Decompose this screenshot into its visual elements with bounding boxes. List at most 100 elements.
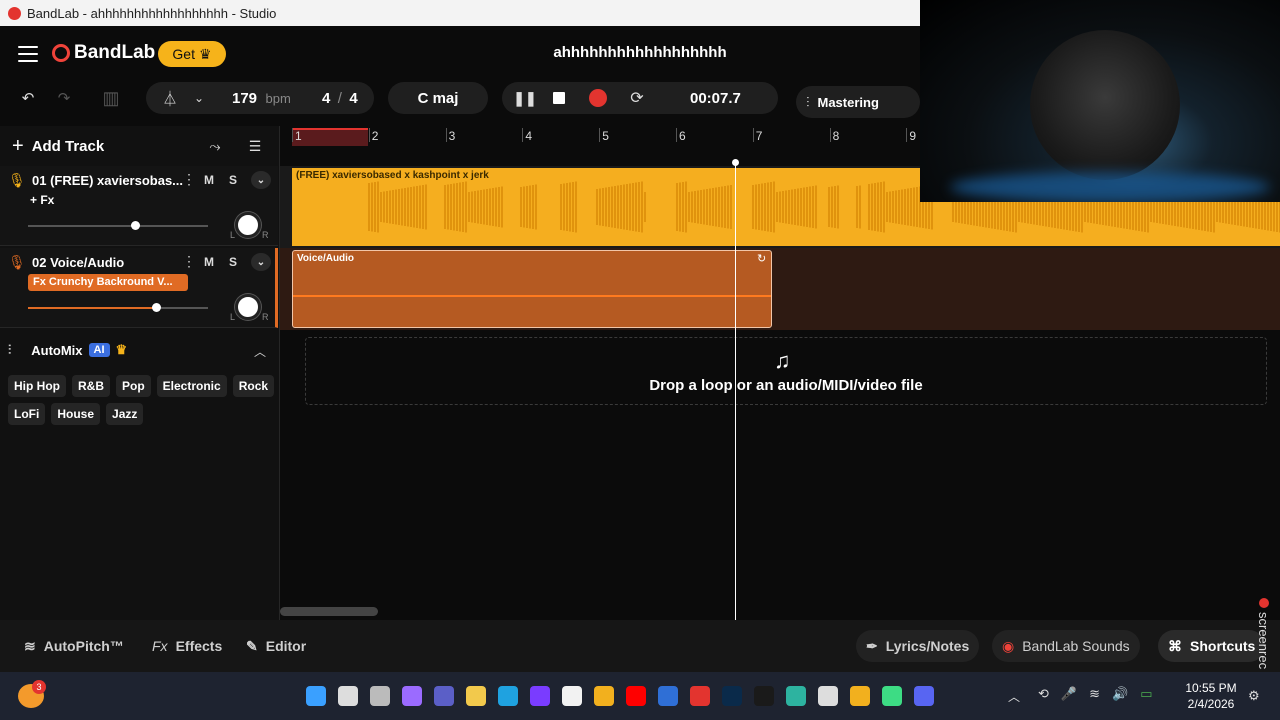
key-selector[interactable]: C maj [388,82,488,114]
song-title[interactable]: ahhhhhhhhhhhhhhhhhh [480,44,800,61]
bar-number: 7 [755,129,763,143]
collapse-icon[interactable]: ︿ [254,343,266,360]
taskbar-clock[interactable]: 10:55 PM 2/4/2026 [1180,680,1242,712]
microphone-icon[interactable]: 🎤 [1061,686,1077,702]
genre-chip[interactable]: R&B [72,375,110,397]
bandlab-sounds-button[interactable]: ◉ BandLab Sounds [992,630,1140,662]
edge-icon[interactable] [498,686,518,706]
effects-button[interactable]: Fx Effects [142,630,232,662]
notifications-icon[interactable]: ⚙ [1248,688,1260,704]
volume-icon[interactable]: 🔊 [1112,686,1128,702]
youtube-icon[interactable] [626,686,646,706]
bar-number: 9 [909,129,917,143]
genre-row-2: LoFi House Jazz [8,403,144,425]
metronome-icon[interactable]: ⏃ [158,88,182,108]
add-fx-button[interactable]: + Fx [30,193,54,207]
teams-icon[interactable] [434,686,454,706]
feather-icon: ✒ [866,637,878,654]
more-options-icon[interactable]: ⋮ [182,253,196,270]
solo-button[interactable]: S [223,171,243,189]
genre-chip[interactable]: Pop [116,375,151,397]
automation-icon[interactable]: ⤳ [204,136,226,156]
solo-button[interactable]: S [223,253,243,271]
stop-icon[interactable] [553,92,565,104]
bar-tick [599,128,601,142]
more-options-icon[interactable]: ⋮ [182,171,196,188]
time-sig-top: 4 [322,90,331,107]
bandlab-taskbar-icon[interactable] [690,686,710,706]
automix-header[interactable]: ⫶ AutoMix AI ♛ [8,342,127,358]
wifi-icon[interactable]: ≋ [1089,686,1100,702]
bandlab-logo[interactable]: BandLab [52,42,155,64]
playhead-handle[interactable] [732,159,739,166]
genre-chip[interactable]: Jazz [106,403,144,425]
chrome-icon[interactable] [850,686,870,706]
chevron-down-icon[interactable]: ⌄ [190,88,208,108]
genre-chip[interactable]: Electronic [156,375,227,397]
record-icon[interactable] [589,89,607,107]
shortcuts-button[interactable]: ⌘ Shortcuts [1158,630,1266,662]
mastering-button[interactable]: ⫶ Mastering [796,86,920,118]
playhead[interactable] [735,160,736,620]
mute-button[interactable]: M [199,171,219,189]
chevron-up-icon[interactable]: ︿ [1008,688,1020,705]
volume-slider-thumb[interactable] [152,303,161,312]
volume-slider[interactable] [28,225,208,227]
search-icon[interactable] [338,686,358,706]
microphone-icon[interactable]: 🎙 [8,172,26,189]
undo-icon[interactable]: ↶ [14,86,42,110]
mute-button[interactable]: M [199,253,219,271]
battery-icon[interactable]: ▭ [1140,686,1152,702]
discord-icon[interactable] [914,686,934,706]
photoshop-icon[interactable] [722,686,742,706]
clock-date: 2/4/2026 [1187,697,1235,711]
track-expand-icon[interactable]: ⌄ [251,171,271,189]
time-signature[interactable]: 4 / 4 [322,90,358,108]
microphone-icon[interactable]: 🎙 [8,254,26,271]
menu-icon[interactable] [18,46,38,62]
fx-chip[interactable]: Fx Crunchy Backround V... [28,274,188,291]
bar-tick [676,128,677,142]
hp-icon[interactable] [658,686,678,706]
mixer-icon[interactable]: ☰ [244,136,266,156]
redo-icon[interactable]: ↷ [50,86,78,110]
editor-button[interactable]: ✎ Editor [236,630,316,662]
autopitch-button[interactable]: ≋ AutoPitch™ [14,630,134,662]
windows-start-icon[interactable] [306,686,326,706]
bpm-display[interactable]: 179 bpm [232,90,291,108]
effects-label: Effects [175,638,223,654]
pan-knob[interactable] [235,212,261,238]
get-membership-button[interactable]: Get ♛ [158,41,226,67]
loop-region[interactable] [292,128,368,146]
genre-chip[interactable]: House [51,403,101,425]
android-icon[interactable] [882,686,902,706]
track-expand-icon[interactable]: ⌄ [251,253,271,271]
piano-keys-icon[interactable]: ▥ [94,84,128,112]
amazon-icon[interactable] [562,686,582,706]
calendar-icon[interactable] [466,686,486,706]
genre-chip[interactable]: Hip Hop [8,375,66,397]
audio-clip-2[interactable] [292,250,772,328]
edge-dev-icon[interactable] [786,686,806,706]
sync-icon[interactable]: ⟲ [1038,686,1049,702]
horizontal-scrollbar[interactable] [280,607,378,616]
lyrics-notes-button[interactable]: ✒ Lyrics/Notes [856,630,980,662]
loop-clip-icon[interactable]: ↻ [757,252,766,265]
affinity-icon[interactable] [530,686,550,706]
bpm-unit: bpm [265,91,291,106]
copilot-icon[interactable] [402,686,422,706]
capcut-icon[interactable] [754,686,774,706]
volume-slider-thumb[interactable] [131,221,140,230]
track-name[interactable]: 02 Voice/Audio [32,255,124,270]
shortcuts-label: Shortcuts [1190,638,1256,654]
file-explorer-icon[interactable] [594,686,614,706]
loop-icon[interactable]: ⟳ [626,88,648,108]
xbox-icon[interactable] [818,686,838,706]
pause-icon[interactable]: ❚❚ [513,88,536,108]
genre-chip[interactable]: Rock [232,375,275,397]
add-track-button[interactable]: + Add Track [12,134,104,158]
task-view-icon[interactable] [370,686,390,706]
genre-chip[interactable]: LoFi [8,403,46,425]
track-name[interactable]: 01 (FREE) xaviersobas... [32,173,183,188]
pan-knob[interactable] [235,294,261,320]
